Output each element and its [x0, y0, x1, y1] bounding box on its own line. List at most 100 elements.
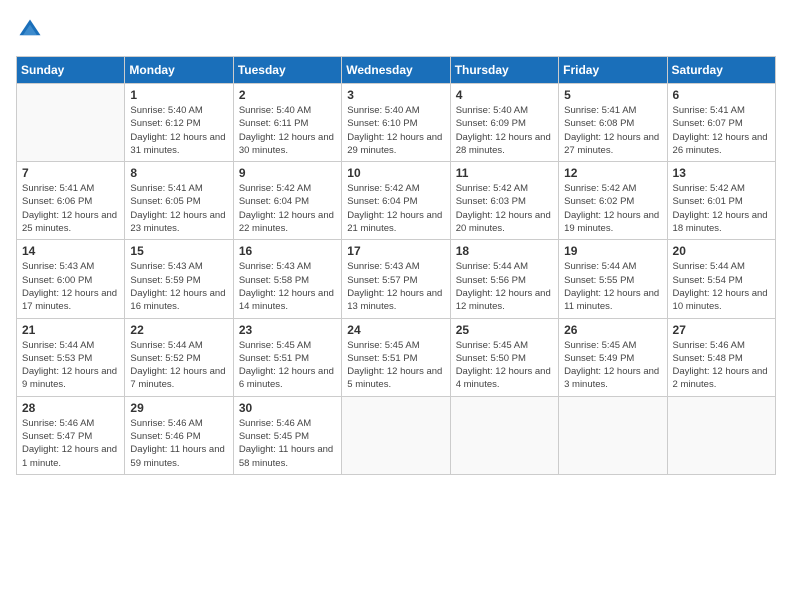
day-number: 29	[130, 401, 227, 415]
calendar-cell: 24Sunrise: 5:45 AMSunset: 5:51 PMDayligh…	[342, 318, 450, 396]
day-info: Sunrise: 5:41 AMSunset: 6:06 PMDaylight:…	[22, 182, 119, 235]
day-info: Sunrise: 5:43 AMSunset: 5:59 PMDaylight:…	[130, 260, 227, 313]
day-number: 30	[239, 401, 336, 415]
calendar-cell	[450, 396, 558, 474]
calendar-cell: 26Sunrise: 5:45 AMSunset: 5:49 PMDayligh…	[559, 318, 667, 396]
day-number: 25	[456, 323, 553, 337]
day-info: Sunrise: 5:40 AMSunset: 6:10 PMDaylight:…	[347, 104, 444, 157]
calendar-cell: 20 Sunrise: 5:44 AMSunset: 5:54 PMDayligh…	[667, 240, 775, 318]
day-number: 23	[239, 323, 336, 337]
day-number: 22	[130, 323, 227, 337]
calendar-cell: 14 Sunrise: 5:43 AMSunset: 6:00 PMDayligh…	[17, 240, 125, 318]
day-info: Sunrise: 5:44 AMSunset: 5:52 PMDaylight:…	[130, 339, 227, 392]
calendar-cell: 28Sunrise: 5:46 AMSunset: 5:47 PMDayligh…	[17, 396, 125, 474]
day-number: 12	[564, 166, 661, 180]
calendar-cell: 7 Sunrise: 5:41 AMSunset: 6:06 PMDaylight…	[17, 162, 125, 240]
day-info: Sunrise: 5:43 AMSunset: 5:57 PMDaylight:…	[347, 260, 444, 313]
day-number: 21	[22, 323, 119, 337]
calendar-cell: 30 Sunrise: 5:46 AMSunset: 5:45 PMDayligh…	[233, 396, 341, 474]
day-info: Sunrise: 5:46 AMSunset: 5:46 PMDaylight:…	[130, 417, 227, 470]
day-info: Sunrise: 5:46 AMSunset: 5:47 PMDaylight:…	[22, 417, 119, 470]
calendar-cell	[559, 396, 667, 474]
day-info: Sunrise: 5:43 AMSunset: 5:58 PMDaylight:…	[239, 260, 336, 313]
calendar-cell: 8 Sunrise: 5:41 AMSunset: 6:05 PMDaylight…	[125, 162, 233, 240]
day-info: Sunrise: 5:42 AMSunset: 6:02 PMDaylight:…	[564, 182, 661, 235]
day-number: 7	[22, 166, 119, 180]
day-info: Sunrise: 5:42 AMSunset: 6:04 PMDaylight:…	[347, 182, 444, 235]
logo-icon	[16, 16, 44, 44]
calendar-cell: 9Sunrise: 5:42 AMSunset: 6:04 PMDaylight…	[233, 162, 341, 240]
day-number: 6	[673, 88, 770, 102]
calendar-cell: 13Sunrise: 5:42 AMSunset: 6:01 PMDayligh…	[667, 162, 775, 240]
calendar-cell: 10 Sunrise: 5:42 AMSunset: 6:04 PMDayligh…	[342, 162, 450, 240]
day-number: 10	[347, 166, 444, 180]
day-info: Sunrise: 5:45 AMSunset: 5:50 PMDaylight:…	[456, 339, 553, 392]
calendar-header-row: SundayMondayTuesdayWednesdayThursdayFrid…	[17, 57, 776, 84]
column-header-sunday: Sunday	[17, 57, 125, 84]
calendar-body: 1 Sunrise: 5:40 AMSunset: 6:12 PMDaylight…	[17, 84, 776, 475]
day-info: Sunrise: 5:44 AMSunset: 5:56 PMDaylight:…	[456, 260, 553, 313]
day-info: Sunrise: 5:44 AMSunset: 5:54 PMDaylight:…	[673, 260, 770, 313]
calendar-cell: 6Sunrise: 5:41 AMSunset: 6:07 PMDaylight…	[667, 84, 775, 162]
calendar-cell: 12 Sunrise: 5:42 AMSunset: 6:02 PMDayligh…	[559, 162, 667, 240]
day-number: 20	[673, 244, 770, 258]
calendar-cell: 18 Sunrise: 5:44 AMSunset: 5:56 PMDayligh…	[450, 240, 558, 318]
calendar-table: SundayMondayTuesdayWednesdayThursdayFrid…	[16, 56, 776, 475]
calendar-cell: 21Sunrise: 5:44 AMSunset: 5:53 PMDayligh…	[17, 318, 125, 396]
week-row-3: 21Sunrise: 5:44 AMSunset: 5:53 PMDayligh…	[17, 318, 776, 396]
day-info: Sunrise: 5:43 AMSunset: 6:00 PMDaylight:…	[22, 260, 119, 313]
day-number: 14	[22, 244, 119, 258]
calendar-cell: 25 Sunrise: 5:45 AMSunset: 5:50 PMDayligh…	[450, 318, 558, 396]
day-info: Sunrise: 5:41 AMSunset: 6:08 PMDaylight:…	[564, 104, 661, 157]
day-info: Sunrise: 5:45 AMSunset: 5:49 PMDaylight:…	[564, 339, 661, 392]
day-number: 4	[456, 88, 553, 102]
day-info: Sunrise: 5:40 AMSunset: 6:09 PMDaylight:…	[456, 104, 553, 157]
day-number: 3	[347, 88, 444, 102]
day-info: Sunrise: 5:40 AMSunset: 6:11 PMDaylight:…	[239, 104, 336, 157]
day-info: Sunrise: 5:42 AMSunset: 6:04 PMDaylight:…	[239, 182, 336, 235]
day-number: 24	[347, 323, 444, 337]
column-header-friday: Friday	[559, 57, 667, 84]
day-info: Sunrise: 5:41 AMSunset: 6:05 PMDaylight:…	[130, 182, 227, 235]
calendar-cell: 17Sunrise: 5:43 AMSunset: 5:57 PMDayligh…	[342, 240, 450, 318]
day-number: 15	[130, 244, 227, 258]
day-number: 2	[239, 88, 336, 102]
week-row-2: 14 Sunrise: 5:43 AMSunset: 6:00 PMDayligh…	[17, 240, 776, 318]
week-row-4: 28Sunrise: 5:46 AMSunset: 5:47 PMDayligh…	[17, 396, 776, 474]
calendar-cell: 16 Sunrise: 5:43 AMSunset: 5:58 PMDayligh…	[233, 240, 341, 318]
day-info: Sunrise: 5:42 AMSunset: 6:03 PMDaylight:…	[456, 182, 553, 235]
calendar-cell: 22 Sunrise: 5:44 AMSunset: 5:52 PMDayligh…	[125, 318, 233, 396]
calendar-cell: 11 Sunrise: 5:42 AMSunset: 6:03 PMDayligh…	[450, 162, 558, 240]
calendar-cell: 23 Sunrise: 5:45 AMSunset: 5:51 PMDayligh…	[233, 318, 341, 396]
column-header-tuesday: Tuesday	[233, 57, 341, 84]
day-number: 8	[130, 166, 227, 180]
calendar-cell	[342, 396, 450, 474]
week-row-1: 7 Sunrise: 5:41 AMSunset: 6:06 PMDaylight…	[17, 162, 776, 240]
day-number: 1	[130, 88, 227, 102]
day-info: Sunrise: 5:46 AMSunset: 5:48 PMDaylight:…	[673, 339, 770, 392]
column-header-saturday: Saturday	[667, 57, 775, 84]
calendar-cell	[17, 84, 125, 162]
day-info: Sunrise: 5:45 AMSunset: 5:51 PMDaylight:…	[239, 339, 336, 392]
column-header-wednesday: Wednesday	[342, 57, 450, 84]
day-number: 5	[564, 88, 661, 102]
day-number: 18	[456, 244, 553, 258]
day-number: 11	[456, 166, 553, 180]
calendar-cell: 19 Sunrise: 5:44 AMSunset: 5:55 PMDayligh…	[559, 240, 667, 318]
calendar-cell: 15 Sunrise: 5:43 AMSunset: 5:59 PMDayligh…	[125, 240, 233, 318]
calendar-cell: 3 Sunrise: 5:40 AMSunset: 6:10 PMDaylight…	[342, 84, 450, 162]
day-info: Sunrise: 5:40 AMSunset: 6:12 PMDaylight:…	[130, 104, 227, 157]
page-header	[16, 16, 776, 44]
logo	[16, 16, 48, 44]
day-info: Sunrise: 5:44 AMSunset: 5:55 PMDaylight:…	[564, 260, 661, 313]
column-header-thursday: Thursday	[450, 57, 558, 84]
day-number: 16	[239, 244, 336, 258]
calendar-cell: 27 Sunrise: 5:46 AMSunset: 5:48 PMDayligh…	[667, 318, 775, 396]
day-info: Sunrise: 5:46 AMSunset: 5:45 PMDaylight:…	[239, 417, 336, 470]
day-info: Sunrise: 5:42 AMSunset: 6:01 PMDaylight:…	[673, 182, 770, 235]
week-row-0: 1 Sunrise: 5:40 AMSunset: 6:12 PMDaylight…	[17, 84, 776, 162]
day-number: 27	[673, 323, 770, 337]
day-number: 19	[564, 244, 661, 258]
calendar-cell: 1 Sunrise: 5:40 AMSunset: 6:12 PMDaylight…	[125, 84, 233, 162]
column-header-monday: Monday	[125, 57, 233, 84]
